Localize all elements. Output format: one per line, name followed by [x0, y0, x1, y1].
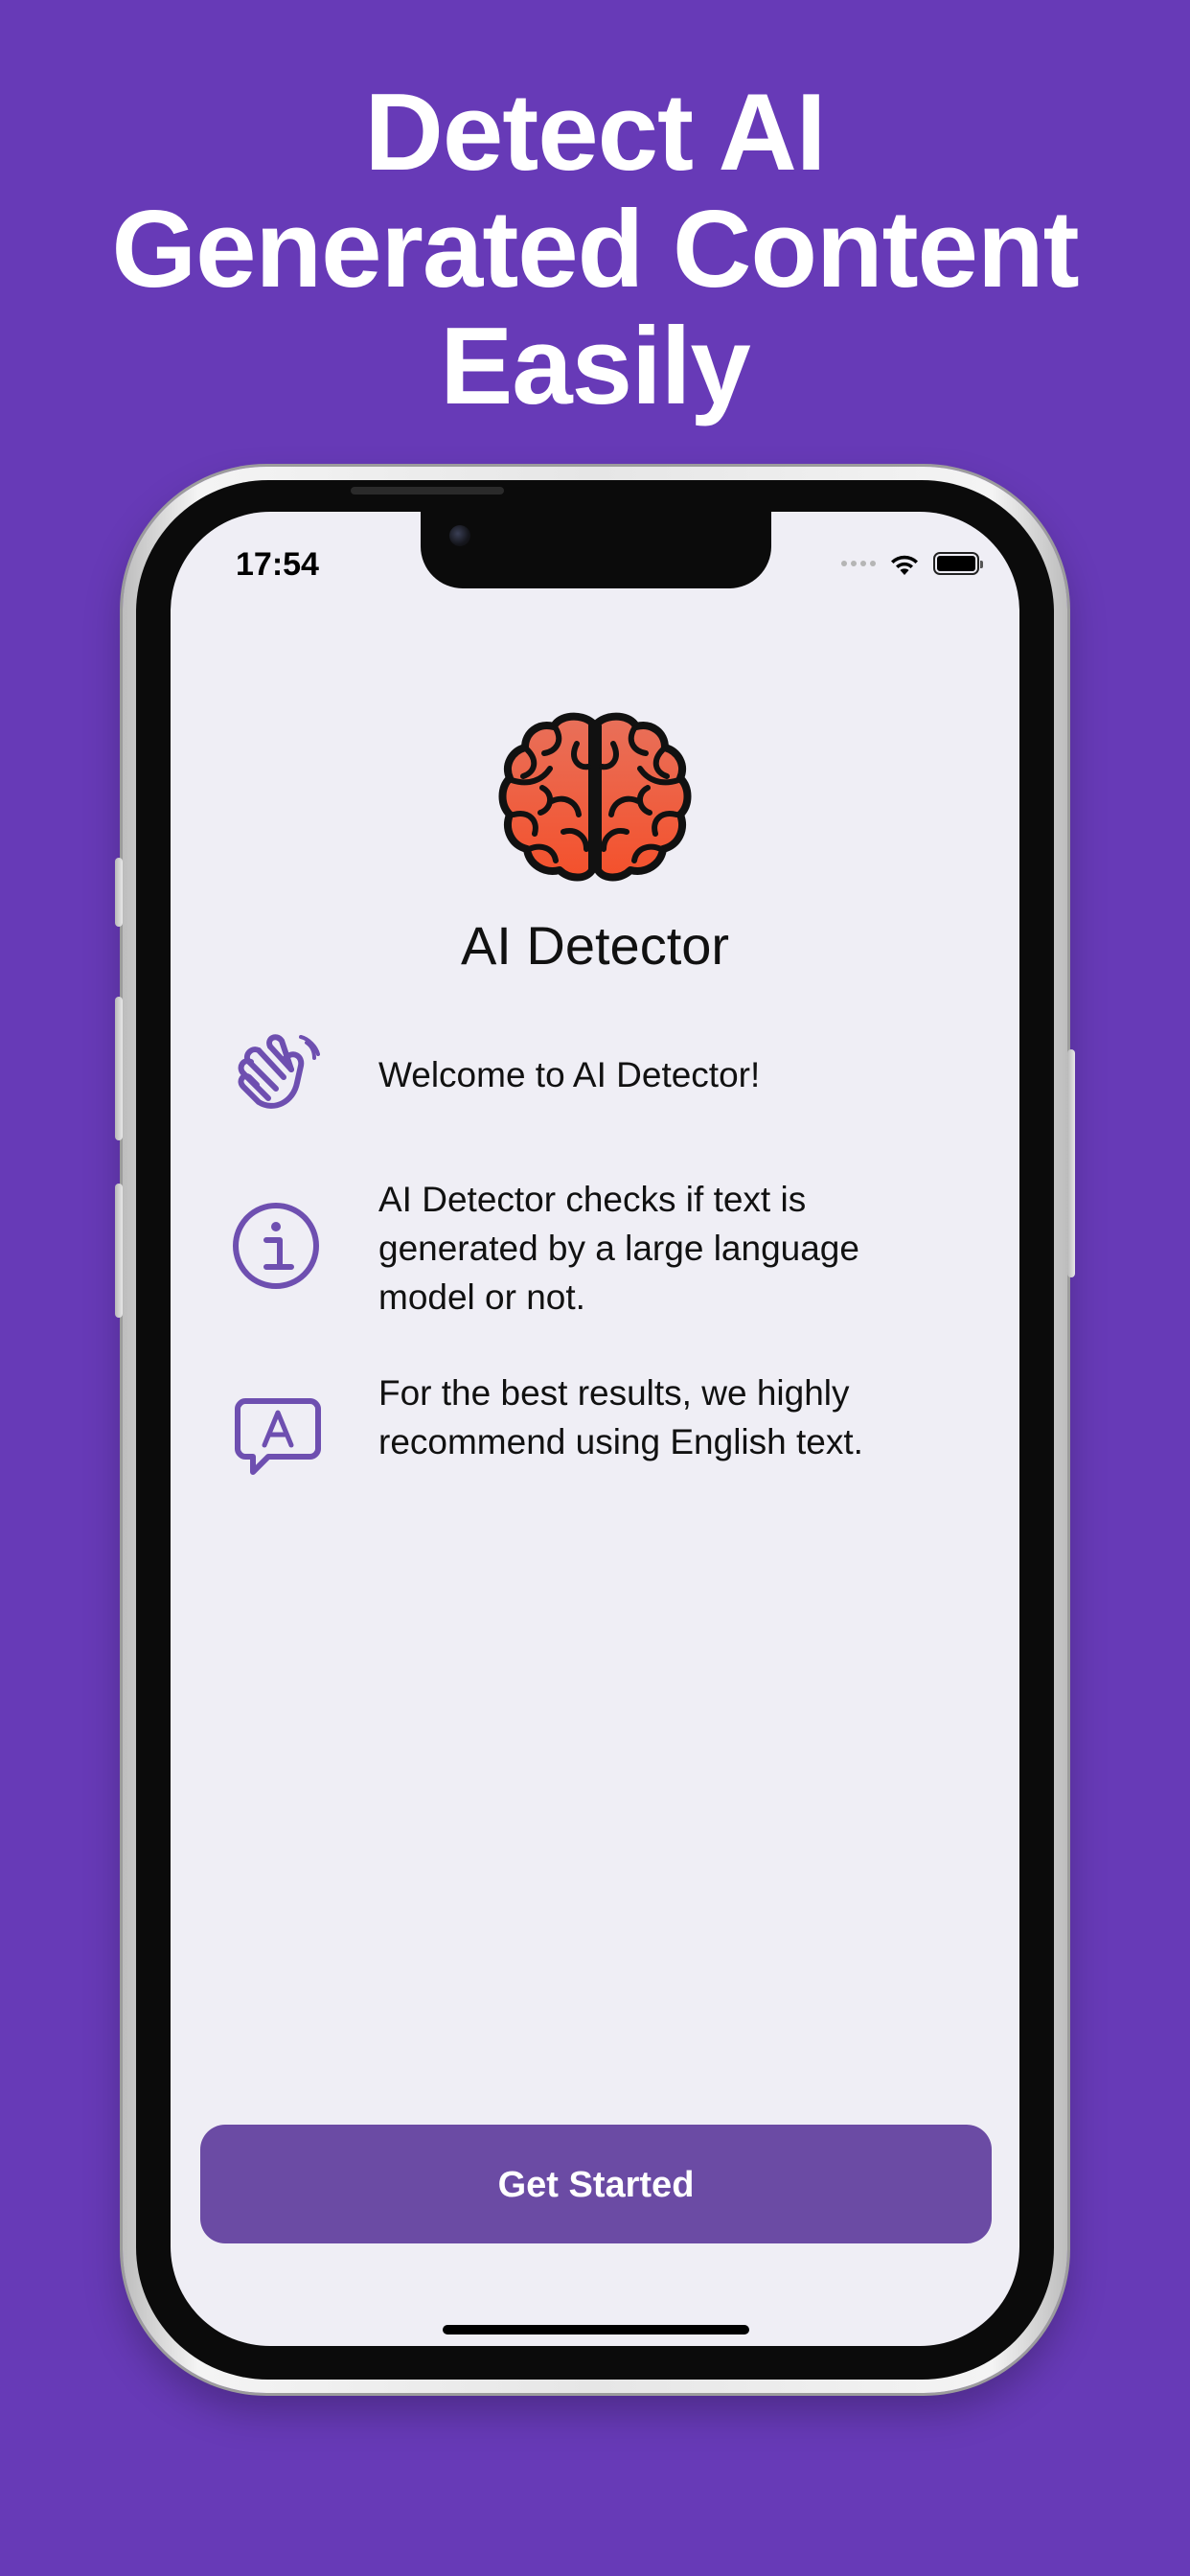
volume-down-button	[115, 1184, 123, 1318]
wifi-icon	[891, 555, 918, 575]
cellular-signal-icon	[841, 561, 876, 566]
notch	[421, 512, 771, 588]
power-button	[1067, 1049, 1075, 1277]
app-title: AI Detector	[460, 915, 730, 976]
home-indicator[interactable]	[443, 2325, 749, 2334]
status-icons	[841, 550, 983, 577]
mute-switch	[115, 858, 123, 927]
headline-line-3: Easily	[440, 306, 751, 427]
battery-fill	[937, 556, 975, 571]
brain-icon	[498, 712, 692, 882]
info-circle-icon	[233, 1203, 319, 1289]
battery-icon	[933, 552, 983, 575]
phone-screen: 17:54 AI Detector Welcome to AI Detector…	[171, 512, 1019, 2346]
volume-up-button	[115, 997, 123, 1140]
headline-line-1: Detect AI	[364, 72, 827, 194]
status-time: 17:54	[236, 546, 319, 583]
get-started-button[interactable]: Get Started	[200, 2125, 992, 2243]
language-bubble-icon	[235, 1398, 321, 1475]
feature-text-language: For the best results, we highly recommen…	[378, 1373, 863, 1461]
feature-text-info: AI Detector checks if text is generated …	[378, 1180, 859, 1317]
marketing-headline: Detect AI Generated Content Easily	[0, 75, 1190, 426]
camera-icon	[449, 525, 470, 546]
feature-text-welcome: Welcome to AI Detector!	[378, 1055, 761, 1094]
speaker-grille	[351, 487, 504, 494]
headline-line-2: Generated Content	[111, 189, 1079, 310]
waving-hand-icon	[238, 1034, 320, 1109]
